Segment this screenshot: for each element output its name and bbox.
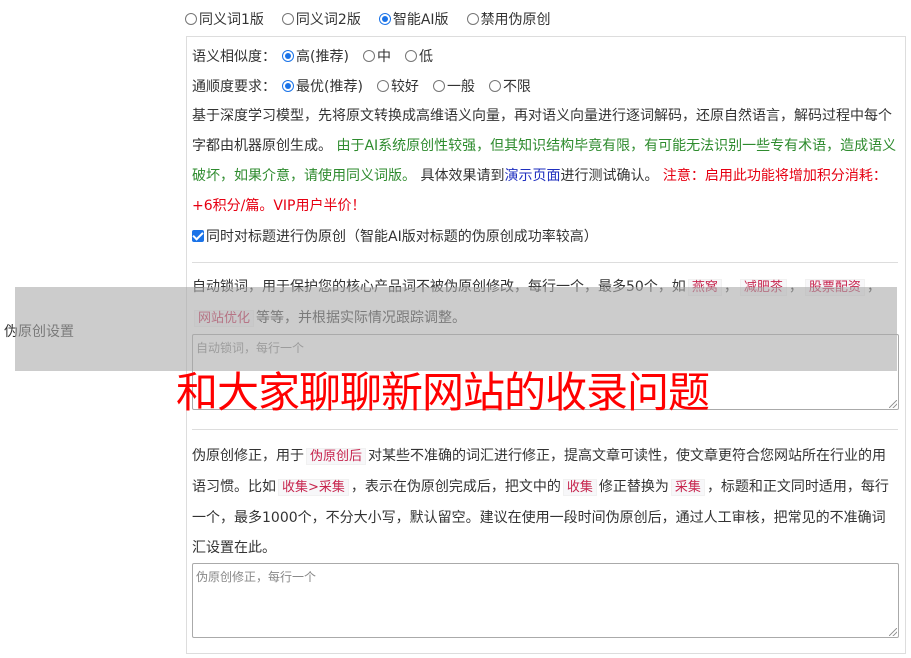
ai-description: 基于深度学习模型，先将原文转换成高维语义向量，再对语义向量进行逐词解码，还原自然…: [192, 101, 898, 221]
divider: [192, 262, 898, 263]
banner-title: 和大家聊聊新网站的收录问题: [176, 368, 710, 417]
radio-icon: [404, 50, 417, 62]
lock-text: 自动锁词，用于保护您的核心产品词不被伪原创修改，每行一个，最多50个，如: [192, 279, 686, 295]
code-tag: 收集>采集: [278, 479, 349, 496]
similarity-mid-radio[interactable]: 中: [362, 46, 391, 66]
correct-text: 伪原创修正，用于: [192, 448, 304, 464]
mode-ai-radio[interactable]: 智能AI版: [378, 9, 449, 29]
radio-selected-icon: [378, 13, 391, 25]
fluency-normal-radio[interactable]: 一般: [432, 76, 475, 96]
fluency-label: 通顺度要求：: [192, 79, 276, 95]
radio-selected-icon: [282, 80, 294, 92]
similarity-high-radio[interactable]: 高(推荐): [282, 46, 349, 66]
option-label: 较好: [390, 79, 419, 95]
mode-synonym-v1-radio[interactable]: 同义词1版: [185, 9, 264, 29]
radio-icon: [488, 80, 501, 92]
correction-description: 伪原创修正，用于 伪原创后 对某些不准确的词汇进行修正，提高文章可读性，使文章更符合…: [192, 441, 898, 563]
radio-selected-icon: [282, 50, 294, 62]
divider: [192, 429, 898, 430]
option-label: 高(推荐): [296, 49, 349, 65]
title-rewrite-label: 同时对标题进行伪原创（智能AI版对标题的伪原创成功率较高）: [206, 229, 598, 245]
mode-radio-group: 同义词1版 同义词2版 智能AI版 禁用伪原创: [185, 9, 551, 29]
demo-page-link[interactable]: 演示页面: [504, 168, 560, 184]
code-tag: 伪原创后: [306, 448, 367, 465]
example-tag: 网站优化: [194, 310, 255, 327]
code-tag: 采集: [670, 479, 705, 496]
fluency-row: 通顺度要求： 最优(推荐) 较好 一般 不限: [192, 76, 545, 96]
radio-icon: [466, 13, 479, 25]
textarea-placeholder: 自动锁词，每行一个: [196, 341, 305, 355]
resize-handle-icon[interactable]: [889, 628, 897, 636]
option-label: 中: [376, 49, 391, 65]
mode-label: 智能AI版: [392, 12, 449, 28]
resize-handle-icon[interactable]: [889, 400, 897, 408]
checkbox-checked-icon[interactable]: [192, 230, 204, 242]
radio-icon: [376, 80, 389, 92]
option-label: 最优(推荐): [296, 79, 363, 95]
correct-text: ，表示在伪原创完成后，把文中的: [350, 479, 561, 495]
radio-icon: [432, 80, 445, 92]
correct-text: 修正替换为: [598, 479, 669, 495]
radio-icon: [281, 13, 294, 25]
section-label: 伪原创设置: [4, 324, 74, 340]
similarity-row: 语义相似度： 高(推荐) 中 低: [192, 46, 447, 66]
mode-synonym-v2-radio[interactable]: 同义词2版: [281, 9, 361, 29]
option-label: 一般: [446, 79, 475, 95]
title-rewrite-option[interactable]: 同时对标题进行伪原创（智能AI版对标题的伪原创成功率较高）: [192, 226, 598, 246]
lock-text: 等等，并根据实际情况跟踪调整。: [256, 310, 467, 326]
option-label: 不限: [502, 79, 531, 95]
code-tag: 收集: [562, 479, 597, 496]
mode-label: 禁用伪原创: [480, 12, 551, 28]
lock-words-description: 自动锁词，用于保护您的核心产品词不被伪原创修改，每行一个，最多50个，如 燕窝，减…: [192, 279, 881, 327]
option-label: 低: [418, 49, 433, 65]
example-tag: 股票配资: [804, 279, 865, 296]
desc-text: 具体效果请到: [420, 168, 505, 184]
example-tag: 燕窝: [687, 279, 722, 296]
mode-label: 同义词1版: [199, 12, 264, 28]
radio-icon: [362, 50, 375, 62]
fluency-any-radio[interactable]: 不限: [488, 76, 531, 96]
desc-text: 进行测试确认。: [560, 168, 659, 184]
radio-icon: [185, 13, 197, 25]
similarity-label: 语义相似度：: [192, 49, 276, 65]
fluency-best-radio[interactable]: 最优(推荐): [282, 76, 363, 96]
textarea-placeholder: 伪原创修正，每行一个: [196, 570, 317, 584]
mode-label: 同义词2版: [295, 12, 361, 28]
correction-textarea[interactable]: 伪原创修正，每行一个: [192, 563, 899, 638]
example-tag: 减肥茶: [739, 279, 787, 296]
similarity-low-radio[interactable]: 低: [404, 46, 433, 66]
fluency-good-radio[interactable]: 较好: [376, 76, 419, 96]
mode-disable-radio[interactable]: 禁用伪原创: [466, 9, 551, 29]
